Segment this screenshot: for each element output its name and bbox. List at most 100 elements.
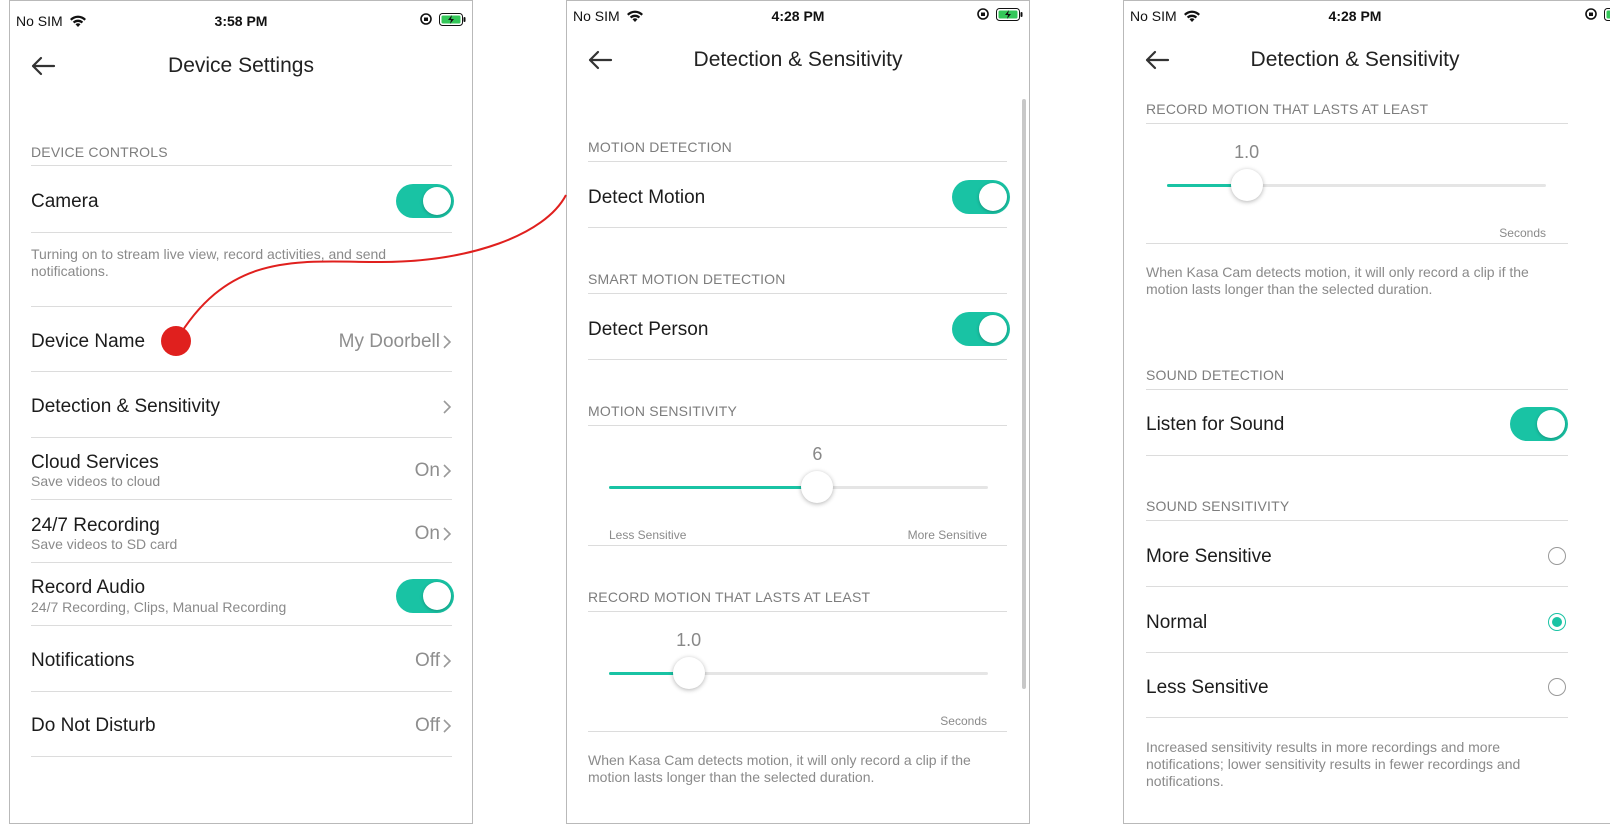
status-time: 4:28 PM bbox=[1328, 8, 1382, 24]
nav-bar: Detection & Sensitivity bbox=[567, 39, 1029, 83]
divider bbox=[588, 227, 1007, 228]
orientation-lock-icon bbox=[1584, 7, 1598, 21]
battery-icon bbox=[439, 12, 466, 26]
radio-button[interactable] bbox=[1548, 678, 1566, 696]
sensitivity-max-label: More Sensitive bbox=[907, 528, 987, 542]
battery-icon bbox=[1604, 7, 1610, 21]
divider bbox=[1146, 389, 1568, 390]
status-bar: No SIM 4:28 PM bbox=[1124, 4, 1610, 30]
option-label: Normal bbox=[1146, 612, 1208, 633]
divider bbox=[588, 731, 1007, 732]
duration-unit: Seconds bbox=[1499, 226, 1546, 240]
scrollbar[interactable] bbox=[1022, 99, 1026, 689]
option-label: Less Sensitive bbox=[1146, 677, 1269, 698]
divider bbox=[31, 499, 452, 500]
divider bbox=[31, 437, 452, 438]
orientation-lock-icon bbox=[976, 7, 990, 21]
notifications-label: Notifications bbox=[31, 650, 135, 671]
divider bbox=[31, 165, 452, 166]
notifications-value: Off bbox=[415, 650, 440, 671]
duration-description: When Kasa Cam detects motion, it will on… bbox=[1146, 264, 1529, 297]
divider bbox=[1146, 123, 1568, 124]
status-bar: No SIM 3:58 PM bbox=[10, 9, 472, 35]
sensitivity-min-label: Less Sensitive bbox=[609, 528, 687, 542]
dnd-label: Do Not Disturb bbox=[31, 715, 156, 736]
duration-slider-thumb[interactable] bbox=[672, 657, 705, 689]
camera-label: Camera bbox=[31, 191, 99, 212]
record-audio-sub: 24/7 Recording, Clips, Manual Recording bbox=[31, 599, 287, 615]
divider bbox=[31, 756, 452, 757]
divider bbox=[588, 293, 1007, 294]
detect-motion-toggle[interactable] bbox=[952, 180, 1010, 214]
cloud-value: On bbox=[414, 460, 440, 481]
detection-sensitivity-screen: No SIM 4:28 PM Detection & Sensitivity M… bbox=[566, 0, 1030, 824]
battery-icon bbox=[996, 7, 1023, 21]
divider bbox=[1146, 455, 1568, 456]
section-record-duration: RECORD MOTION THAT LASTS AT LEAST bbox=[1146, 101, 1429, 117]
recording-sub: Save videos to SD card bbox=[31, 536, 178, 552]
duration-unit: Seconds bbox=[940, 714, 987, 728]
divider bbox=[588, 161, 1007, 162]
section-motion-sensitivity: MOTION SENSITIVITY bbox=[588, 403, 738, 419]
section-sound-detection: SOUND DETECTION bbox=[1146, 367, 1285, 383]
duration-description: When Kasa Cam detects motion, it will on… bbox=[588, 752, 971, 785]
record-audio-toggle[interactable] bbox=[396, 579, 454, 613]
divider bbox=[1146, 652, 1568, 653]
sensitivity-slider-thumb[interactable] bbox=[801, 471, 834, 503]
section-sound-sensitivity: SOUND SENSITIVITY bbox=[1146, 498, 1290, 514]
recording-label: 24/7 Recording bbox=[31, 515, 160, 536]
device-name-label: Device Name bbox=[31, 331, 146, 352]
listen-sound-label: Listen for Sound bbox=[1146, 414, 1285, 435]
sensitivity-value: 6 bbox=[812, 444, 823, 464]
chevron-right-icon bbox=[442, 463, 452, 479]
section-motion-detection: MOTION DETECTION bbox=[588, 139, 732, 155]
detection-sensitivity-scrolled-screen: No SIM 4:28 PM Detection & Sensitivity R… bbox=[1123, 0, 1610, 824]
divider bbox=[1146, 717, 1568, 718]
divider bbox=[31, 232, 452, 233]
chevron-right-icon bbox=[442, 653, 452, 669]
cloud-label: Cloud Services bbox=[31, 452, 159, 473]
duration-value: 1.0 bbox=[1234, 142, 1260, 162]
detect-person-label: Detect Person bbox=[588, 319, 709, 340]
divider bbox=[31, 562, 452, 563]
listen-sound-toggle[interactable] bbox=[1510, 407, 1568, 441]
status-time: 3:58 PM bbox=[214, 13, 268, 29]
divider bbox=[31, 306, 452, 307]
duration-slider-thumb[interactable] bbox=[1230, 169, 1263, 201]
page-title: Detection & Sensitivity bbox=[693, 48, 903, 71]
duration-value: 1.0 bbox=[676, 630, 702, 650]
recording-value: On bbox=[414, 523, 440, 544]
camera-description: Turning on to stream live view, record a… bbox=[31, 246, 387, 279]
camera-toggle[interactable] bbox=[396, 184, 454, 218]
cloud-sub: Save videos to cloud bbox=[31, 473, 161, 489]
chevron-right-icon bbox=[442, 526, 452, 542]
orientation-lock-icon bbox=[419, 12, 433, 26]
device-settings-screen: No SIM 3:58 PM Device Settings DEVICE CO… bbox=[9, 0, 473, 824]
dnd-value: Off bbox=[415, 715, 440, 736]
sensitivity-slider-fill bbox=[609, 486, 818, 489]
detection-label: Detection & Sensitivity bbox=[31, 396, 221, 417]
divider bbox=[588, 545, 1007, 546]
divider bbox=[1146, 586, 1568, 587]
radio-button-selected[interactable] bbox=[1548, 613, 1566, 631]
option-label: More Sensitive bbox=[1146, 546, 1272, 567]
status-time: 4:28 PM bbox=[771, 8, 825, 24]
divider bbox=[588, 611, 1007, 612]
divider bbox=[588, 425, 1007, 426]
device-name-value: My Doorbell bbox=[338, 331, 440, 352]
section-record-duration: RECORD MOTION THAT LASTS AT LEAST bbox=[588, 589, 871, 605]
radio-button[interactable] bbox=[1548, 547, 1566, 565]
section-device-controls: DEVICE CONTROLS bbox=[31, 144, 168, 160]
divider bbox=[31, 371, 452, 372]
chevron-right-icon bbox=[442, 334, 452, 350]
detect-person-toggle[interactable] bbox=[952, 312, 1010, 346]
divider bbox=[588, 359, 1007, 360]
record-audio-label: Record Audio bbox=[31, 577, 146, 598]
divider bbox=[1146, 520, 1568, 521]
page-title: Device Settings bbox=[168, 54, 314, 77]
detect-motion-label: Detect Motion bbox=[588, 187, 706, 208]
divider bbox=[1146, 243, 1568, 244]
chevron-right-icon bbox=[442, 399, 452, 415]
chevron-right-icon bbox=[442, 718, 452, 734]
section-smart-motion: SMART MOTION DETECTION bbox=[588, 271, 786, 287]
